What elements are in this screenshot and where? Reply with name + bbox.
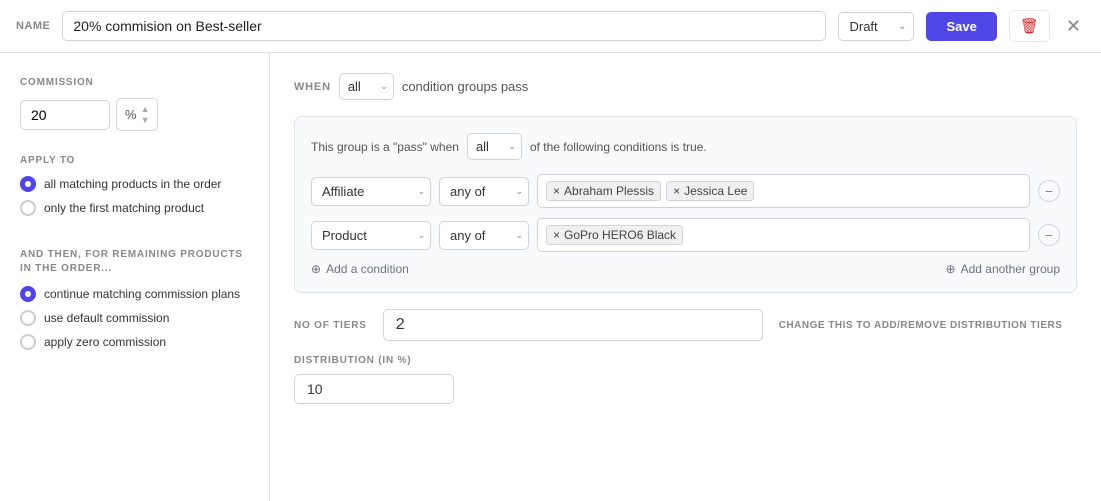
group-pass-select[interactable]: all any — [467, 133, 522, 160]
affiliate-type-select[interactable]: Affiliate Product Order — [311, 177, 431, 206]
tag-x-icon: × — [553, 184, 560, 198]
apply-zero-label: apply zero commission — [44, 335, 166, 349]
tiers-label: NO OF TIERS — [294, 320, 367, 331]
plus-circle-icon: ⊕ — [311, 262, 321, 276]
apply-to-first-radio[interactable]: only the first matching product — [20, 200, 249, 216]
commission-input[interactable] — [20, 100, 110, 130]
close-icon: ✕ — [1066, 16, 1081, 36]
use-default-label: use default commission — [44, 311, 169, 325]
percent-symbol: % — [125, 107, 137, 122]
commission-stepper[interactable]: ▲ ▼ — [141, 104, 150, 125]
affiliate-type-wrapper: Affiliate Product Order ⌄ — [311, 177, 431, 206]
product-operator-select[interactable]: any of all of none of — [439, 221, 529, 250]
use-default-radio[interactable]: use default commission — [20, 310, 249, 326]
continue-matching-label: continue matching commission plans — [44, 287, 240, 301]
apply-to-label: APPLY TO — [20, 155, 249, 166]
when-text: condition groups pass — [402, 79, 528, 94]
affiliate-operator-select[interactable]: any of all of none of — [439, 177, 529, 206]
radio-zero-indicator — [20, 334, 36, 350]
tag-x-icon: × — [553, 228, 560, 242]
group-pass-select-wrapper: all any ⌄ — [467, 133, 522, 160]
product-operator-wrapper: any of all of none of ⌄ — [439, 221, 529, 250]
delete-button[interactable]: 🗑 — [1009, 10, 1050, 42]
tag-jessica[interactable]: × Jessica Lee — [666, 181, 754, 201]
add-group-plus-icon: ⊕ — [946, 262, 956, 276]
tiers-section: NO OF TIERS CHANGE THIS TO ADD/REMOVE DI… — [294, 309, 1077, 341]
add-group-button[interactable]: ⊕ Add another group — [946, 262, 1060, 276]
minus-icon: − — [1045, 227, 1053, 243]
draft-select-wrapper: Draft Active ⌄ — [838, 12, 914, 41]
apply-to-first-label: only the first matching product — [44, 201, 204, 215]
apply-to-all-label: all matching products in the order — [44, 177, 221, 191]
continue-matching-radio[interactable]: continue matching commission plans — [20, 286, 249, 302]
group-pass-text-before: This group is a "pass" when — [311, 140, 459, 154]
commission-label: COMMISSION — [20, 77, 249, 88]
and-then-label: AND THEN, FOR REMAINING PRODUCTS IN THE … — [20, 248, 249, 276]
apply-zero-radio[interactable]: apply zero commission — [20, 334, 249, 350]
condition-row-affiliate: Affiliate Product Order ⌄ any of all of … — [311, 174, 1060, 208]
tag-label: Jessica Lee — [684, 184, 747, 198]
radio-first-indicator — [20, 200, 36, 216]
apply-to-all-radio[interactable]: all matching products in the order — [20, 176, 249, 192]
product-type-wrapper: Affiliate Product Order ⌄ — [311, 221, 431, 250]
radio-continue-indicator — [20, 286, 36, 302]
add-group-label: Add another group — [961, 262, 1060, 276]
distribution-section: DISTRIBUTION (IN %) — [294, 355, 1077, 404]
name-label: NAME — [16, 20, 50, 32]
affiliate-operator-wrapper: any of all of none of ⌄ — [439, 177, 529, 206]
tag-gopro[interactable]: × GoPro HERO6 Black — [546, 225, 683, 245]
radio-all-indicator — [20, 176, 36, 192]
tag-label: Abraham Plessis — [564, 184, 654, 198]
condition-actions: ⊕ Add a condition ⊕ Add another group — [311, 262, 1060, 276]
condition-row-product: Affiliate Product Order ⌄ any of all of … — [311, 218, 1060, 252]
product-tags-box[interactable]: × GoPro HERO6 Black — [537, 218, 1030, 252]
tag-abraham[interactable]: × Abraham Plessis — [546, 181, 661, 201]
remove-product-condition-button[interactable]: − — [1038, 224, 1060, 246]
trash-icon: 🗑 — [1020, 17, 1039, 35]
distribution-input[interactable] — [294, 374, 454, 404]
save-button[interactable]: Save — [926, 12, 996, 41]
tiers-hint: CHANGE THIS TO ADD/REMOVE DISTRIBUTION T… — [779, 320, 1063, 331]
tag-x-icon: × — [673, 184, 680, 198]
when-select[interactable]: all any — [339, 73, 394, 100]
name-input[interactable] — [62, 11, 826, 41]
distribution-label: DISTRIBUTION (IN %) — [294, 355, 1077, 366]
radio-default-indicator — [20, 310, 36, 326]
tag-label: GoPro HERO6 Black — [564, 228, 676, 242]
product-type-select[interactable]: Affiliate Product Order — [311, 221, 431, 250]
remove-affiliate-condition-button[interactable]: − — [1038, 180, 1060, 202]
close-button[interactable]: ✕ — [1062, 12, 1085, 41]
percent-wrapper: % ▲ ▼ — [116, 98, 158, 131]
add-condition-label: Add a condition — [326, 262, 409, 276]
add-condition-button[interactable]: ⊕ Add a condition — [311, 262, 409, 276]
tiers-input[interactable] — [383, 309, 763, 341]
condition-group-box: This group is a "pass" when all any ⌄ of… — [294, 116, 1077, 293]
minus-icon: − — [1045, 183, 1053, 199]
affiliate-tags-box[interactable]: × Abraham Plessis × Jessica Lee — [537, 174, 1030, 208]
group-pass-text-after: of the following conditions is true. — [530, 140, 707, 154]
when-select-wrapper: all any ⌄ — [339, 73, 394, 100]
when-label: WHEN — [294, 81, 331, 93]
draft-select[interactable]: Draft Active — [838, 12, 914, 41]
